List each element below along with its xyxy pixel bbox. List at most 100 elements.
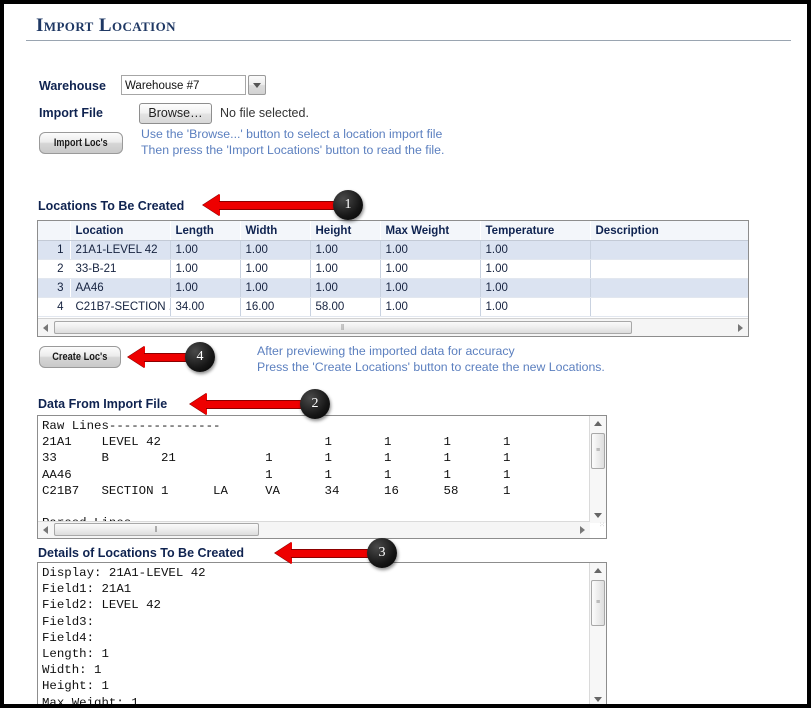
- details-content: Display: 21A1-LEVEL 42 Field1: 21A1 Fiel…: [42, 566, 206, 708]
- cell-temperature[interactable]: 1.00: [480, 240, 591, 260]
- cell-length[interactable]: 1.00: [170, 259, 241, 279]
- callout-badge: 4: [185, 342, 215, 372]
- callout-badge: 2: [300, 389, 330, 419]
- cell-description[interactable]: [590, 259, 748, 279]
- col-length[interactable]: Length: [170, 221, 240, 241]
- import-locations-button[interactable]: Import Loc's: [39, 132, 123, 154]
- arrow-head-icon: [275, 542, 292, 564]
- cell-max-weight[interactable]: 1.00: [380, 278, 481, 298]
- cell-max-weight[interactable]: 1.00: [380, 297, 481, 317]
- cell-temperature[interactable]: 1.00: [480, 259, 591, 279]
- cell-length[interactable]: 1.00: [170, 278, 241, 298]
- cell-height[interactable]: 1.00: [310, 240, 381, 260]
- raw-data-textarea[interactable]: Raw Lines--------------- 21A1 LEVEL 42 1…: [37, 415, 607, 539]
- arrow-shaft: [219, 201, 341, 210]
- col-height[interactable]: Height: [310, 221, 380, 241]
- grid-horizontal-scrollbar[interactable]: ‖: [38, 318, 748, 336]
- arrow-shaft: [291, 549, 373, 558]
- col-location[interactable]: Location: [70, 221, 170, 241]
- details-textarea[interactable]: Display: 21A1-LEVEL 42 Field1: 21A1 Fiel…: [37, 562, 607, 708]
- cell-width[interactable]: 1.00: [240, 240, 311, 260]
- create-locations-button-label: Create Loc's: [52, 351, 108, 363]
- resize-grip-icon: ⁙: [599, 522, 605, 529]
- cell-temperature[interactable]: 1.00: [480, 297, 591, 317]
- callout-badge: 3: [367, 538, 397, 568]
- cell-width[interactable]: 1.00: [240, 278, 311, 298]
- raw-data-content: Raw Lines--------------- 21A1 LEVEL 42 1…: [42, 419, 511, 530]
- scroll-left-icon[interactable]: [38, 523, 53, 538]
- row-number: 4: [38, 297, 70, 317]
- import-file-label: Import File: [39, 106, 103, 120]
- col-width[interactable]: Width: [240, 221, 310, 241]
- cell-location[interactable]: 21A1-LEVEL 42: [70, 240, 171, 260]
- cell-height[interactable]: 1.00: [310, 278, 381, 298]
- table-header-row: Location Length Width Height Max Weight …: [38, 221, 748, 241]
- grid-scroll-thumb[interactable]: ‖: [54, 321, 632, 334]
- arrow-head-icon: [128, 346, 145, 368]
- scroll-up-icon[interactable]: [590, 416, 606, 431]
- import-locations-button-label: Import Loc's: [54, 137, 108, 149]
- col-description[interactable]: Description: [590, 221, 748, 241]
- cell-location[interactable]: AA46: [70, 278, 171, 298]
- cell-width[interactable]: 1.00: [240, 259, 311, 279]
- locations-section-heading: Locations To Be Created: [38, 199, 185, 213]
- scroll-left-icon[interactable]: [38, 320, 53, 335]
- table-row[interactable]: 1 21A1-LEVEL 42 1.00 1.00 1.00 1.00 1.00: [38, 240, 748, 260]
- arrow-shaft: [144, 353, 186, 362]
- cell-location[interactable]: C21B7-SECTION ...: [70, 297, 171, 317]
- raw-vscroll-thumb[interactable]: ≡: [591, 433, 605, 469]
- details-vscroll-thumb[interactable]: ≡: [591, 580, 605, 626]
- raw-horizontal-scrollbar[interactable]: ‖: [38, 521, 590, 538]
- col-max-weight[interactable]: Max Weight: [380, 221, 480, 241]
- page-title: Import Location: [36, 15, 176, 36]
- row-number: 1: [38, 240, 70, 260]
- cell-length[interactable]: 34.00: [170, 297, 241, 317]
- scroll-down-icon[interactable]: [590, 692, 606, 704]
- details-vertical-scrollbar[interactable]: ≡: [589, 563, 606, 704]
- cell-height[interactable]: 1.00: [310, 259, 381, 279]
- scroll-up-icon[interactable]: [590, 563, 606, 578]
- scroll-down-icon[interactable]: [590, 508, 606, 523]
- row-number: 3: [38, 278, 70, 298]
- raw-vertical-scrollbar[interactable]: ≡: [589, 416, 606, 523]
- grid-scroll-track[interactable]: ‖: [53, 320, 733, 335]
- import-location-page: Import Location Warehouse Warehouse #7 I…: [0, 0, 811, 708]
- scroll-grip-icon: ≡: [595, 446, 601, 454]
- cell-description[interactable]: [590, 278, 748, 298]
- details-section-heading: Details of Locations To Be Created: [38, 546, 245, 560]
- table-row[interactable]: 2 33-B-21 1.00 1.00 1.00 1.00 1.00: [38, 259, 748, 279]
- warehouse-select[interactable]: Warehouse #7: [121, 75, 266, 95]
- warehouse-select-value[interactable]: Warehouse #7: [121, 75, 246, 95]
- create-instructions: After previewing the imported data for a…: [257, 344, 605, 374]
- browse-button[interactable]: Browse…: [139, 103, 212, 124]
- cell-temperature[interactable]: 1.00: [480, 278, 591, 298]
- cell-description[interactable]: [590, 297, 748, 317]
- scroll-right-icon[interactable]: [575, 523, 590, 538]
- cell-height[interactable]: 58.00: [310, 297, 381, 317]
- col-temperature[interactable]: Temperature: [480, 221, 590, 241]
- row-number: 2: [38, 259, 70, 279]
- cell-width[interactable]: 16.00: [240, 297, 311, 317]
- raw-hscroll-thumb[interactable]: ‖: [54, 523, 259, 536]
- no-file-selected-text: No file selected.: [220, 106, 309, 120]
- warehouse-label: Warehouse: [39, 79, 106, 93]
- table-row[interactable]: 3 AA46 1.00 1.00 1.00 1.00 1.00: [38, 278, 748, 298]
- locations-grid[interactable]: Location Length Width Height Max Weight …: [37, 220, 749, 337]
- arrow-shaft: [206, 400, 306, 409]
- arrow-head-icon: [203, 194, 220, 216]
- cell-location[interactable]: 33-B-21: [70, 259, 171, 279]
- scroll-grip-icon: ≡: [595, 598, 601, 606]
- table-row[interactable]: 4 C21B7-SECTION ... 34.00 16.00 58.00 1.…: [38, 297, 748, 317]
- create-locations-button[interactable]: Create Loc's: [39, 346, 121, 368]
- raw-data-section-heading: Data From Import File: [38, 397, 168, 411]
- chevron-down-icon[interactable]: [248, 75, 266, 95]
- cell-description[interactable]: [590, 240, 748, 260]
- col-rownum: [38, 221, 70, 241]
- arrow-head-icon: [190, 393, 207, 415]
- callout-badge: 1: [333, 190, 363, 220]
- cell-max-weight[interactable]: 1.00: [380, 240, 481, 260]
- title-divider: [26, 40, 791, 41]
- scroll-right-icon[interactable]: [733, 320, 748, 335]
- cell-max-weight[interactable]: 1.00: [380, 259, 481, 279]
- cell-length[interactable]: 1.00: [170, 240, 241, 260]
